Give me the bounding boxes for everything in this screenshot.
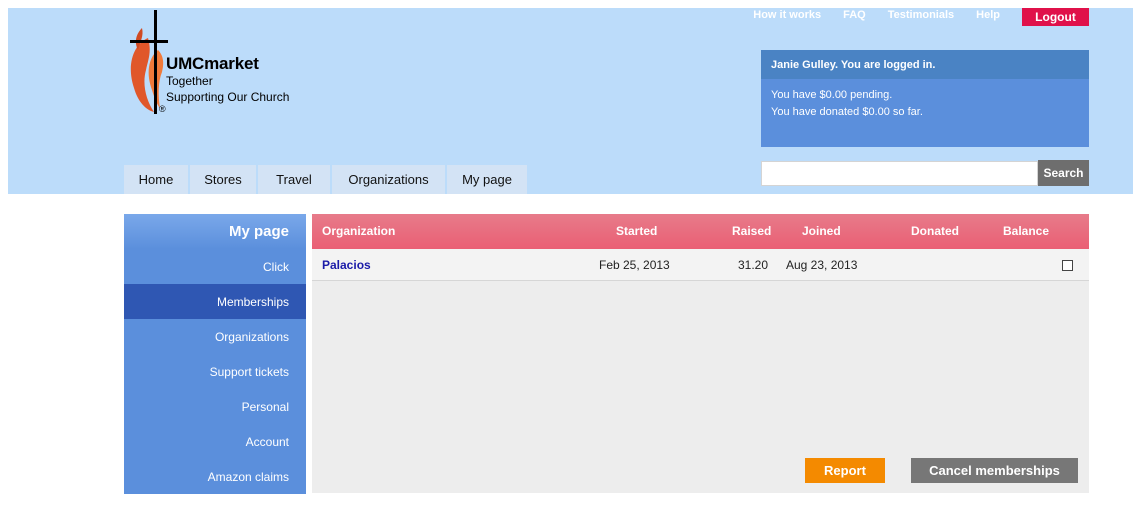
nav-stores[interactable]: Stores	[190, 165, 256, 194]
sidebar-item-account[interactable]: Account	[124, 424, 306, 459]
row-select-checkbox[interactable]	[1062, 260, 1073, 271]
main-nav: Home Stores Travel Organizations My page	[124, 165, 529, 194]
pending-amount-text: You have $0.00 pending.	[771, 89, 893, 101]
sidebar-item-organizations[interactable]: Organizations	[124, 319, 306, 354]
table-row: Palacios Feb 25, 2013 31.20 Aug 23, 2013	[312, 249, 1089, 281]
testimonials-link[interactable]: Testimonials	[888, 8, 954, 22]
table-header: Organization Started Raised Joined Donat…	[312, 214, 1089, 249]
raised-cell: 31.20	[738, 258, 769, 272]
cancel-memberships-button[interactable]: Cancel memberships	[911, 458, 1078, 483]
page-root: UMCmarket Together Supporting Our Church…	[0, 0, 1133, 518]
faq-link[interactable]: FAQ	[843, 8, 866, 22]
sidebar-item-support-tickets[interactable]: Support tickets	[124, 354, 306, 389]
user-status-heading: Janie Gulley. You are logged in.	[761, 50, 1089, 79]
search-input[interactable]	[761, 161, 1038, 186]
nav-my-page[interactable]: My page	[447, 165, 527, 194]
help-link[interactable]: Help	[976, 8, 1000, 22]
started-cell: Feb 25, 2013	[599, 258, 670, 272]
brand-name: UMCmarket	[166, 54, 259, 73]
nav-travel[interactable]: Travel	[258, 165, 330, 194]
how-it-works-link[interactable]: How it works	[753, 8, 821, 22]
report-button[interactable]: Report	[805, 458, 885, 483]
column-header-organization[interactable]: Organization	[322, 214, 395, 249]
column-header-joined[interactable]: Joined	[802, 214, 841, 249]
sidebar-item-memberships[interactable]: Memberships	[124, 284, 306, 319]
brand-tagline-2: Supporting Our Church	[166, 90, 290, 104]
user-status-panel: Janie Gulley. You are logged in. You hav…	[761, 50, 1089, 147]
donated-amount-text: You have donated $0.00 so far.	[771, 106, 923, 118]
sidebar-title: My page	[124, 214, 306, 249]
nav-home[interactable]: Home	[124, 165, 188, 194]
joined-cell: Aug 23, 2013	[786, 258, 858, 272]
column-header-started[interactable]: Started	[616, 214, 657, 249]
nav-organizations[interactable]: Organizations	[332, 165, 445, 194]
column-header-raised[interactable]: Raised	[732, 214, 771, 249]
memberships-panel: Organization Started Raised Joined Donat…	[312, 214, 1089, 493]
sidebar: My page Click Memberships Organizations …	[124, 214, 306, 494]
umcmarket-logo[interactable]: UMCmarket Together Supporting Our Church…	[128, 8, 328, 120]
column-header-balance[interactable]: Balance	[1003, 214, 1049, 249]
organization-link[interactable]: Palacios	[322, 249, 371, 281]
column-header-donated[interactable]: Donated	[911, 214, 959, 249]
logout-button[interactable]: Logout	[1022, 8, 1089, 26]
sidebar-item-amazon-claims[interactable]: Amazon claims	[124, 459, 306, 494]
brand-tagline-1: Together	[166, 74, 213, 88]
registered-mark: ®	[159, 104, 166, 114]
top-links: How it works FAQ Testimonials Help Logou…	[753, 8, 1089, 26]
sidebar-item-click[interactable]: Click	[124, 249, 306, 284]
search-button[interactable]: Search	[1038, 160, 1089, 186]
sidebar-item-personal[interactable]: Personal	[124, 389, 306, 424]
